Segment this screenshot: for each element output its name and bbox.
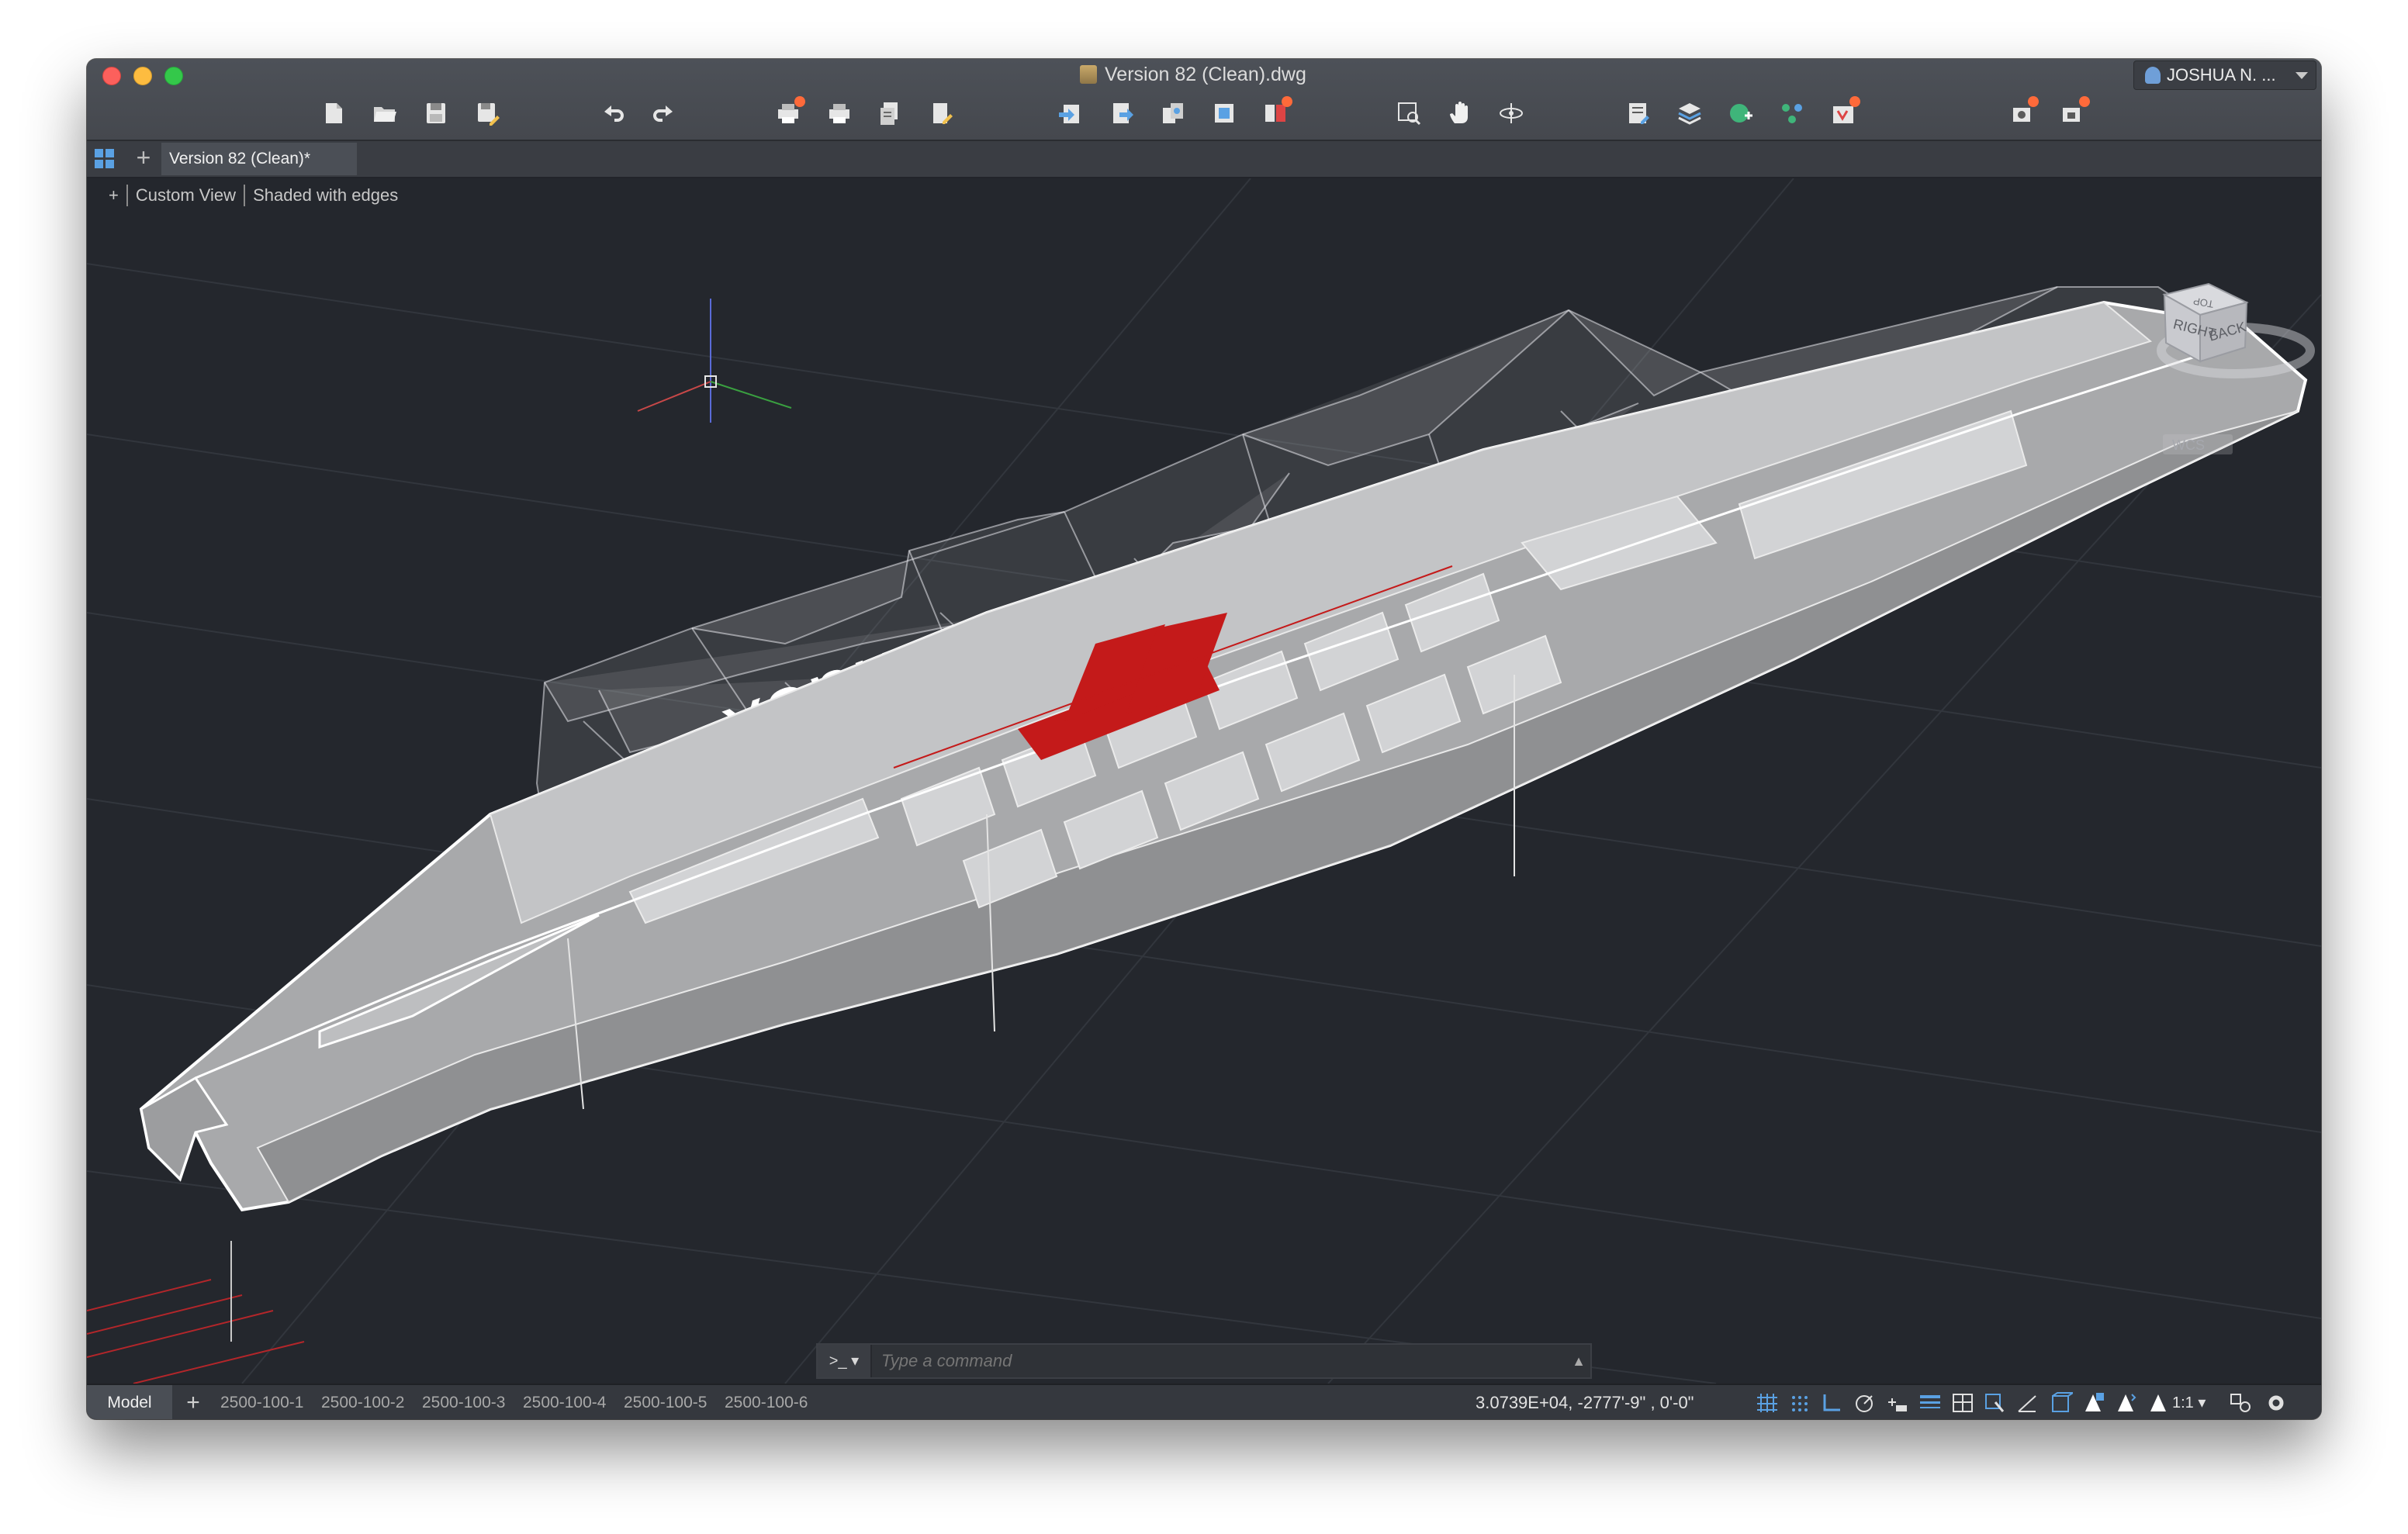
tab-layout[interactable]: 2500-100-3 [422, 1385, 505, 1419]
user-account-menu[interactable]: JOSHUA N. ... [2133, 60, 2316, 90]
annotation-visibility-icon[interactable] [2081, 1391, 2105, 1415]
layers-icon[interactable] [1676, 99, 1704, 127]
view-name-control[interactable]: Custom View [136, 185, 236, 206]
tab-model[interactable]: Model [87, 1385, 172, 1419]
attach-icon[interactable] [1261, 96, 1292, 127]
new-tab-button[interactable]: + [132, 144, 155, 171]
notification-badge [1849, 96, 1860, 107]
hull-model[interactable] [139, 300, 2308, 1212]
minimize-window-button[interactable] [133, 67, 152, 85]
publish-icon[interactable] [928, 99, 956, 127]
workspace-switch-icon[interactable] [2228, 1391, 2253, 1415]
grid-display-icon[interactable] [1755, 1391, 1780, 1415]
new-icon[interactable] [320, 99, 348, 127]
selection-cycling-icon[interactable] [1983, 1391, 2008, 1415]
tile-view-icon[interactable] [93, 147, 116, 171]
divider [244, 185, 246, 206]
redo-icon[interactable] [650, 99, 678, 127]
status-bar: Model + 2500-100-1 2500-100-2 2500-100-3… [87, 1384, 2321, 1419]
layout-border-lines [87, 1279, 305, 1384]
ortho-mode-icon[interactable] [1820, 1391, 1845, 1415]
model-canvas[interactable]: Zindex [87, 178, 2321, 1384]
notification-badge [1282, 96, 1292, 107]
tab-layout[interactable]: 2500-100-2 [321, 1385, 404, 1419]
command-input[interactable] [872, 1344, 1567, 1378]
open-icon[interactable] [371, 99, 399, 127]
close-window-button[interactable] [102, 67, 121, 85]
document-tab-bar: + Version 82 (Clean)* [87, 141, 2321, 178]
camera-icon[interactable] [2059, 96, 2090, 127]
polar-tracking-icon[interactable] [1853, 1391, 1877, 1415]
annotation-scale-value[interactable]: 1:1 ▾ [2172, 1385, 2206, 1419]
lineweight-icon[interactable] [1918, 1391, 1943, 1415]
save-as-icon[interactable] [473, 99, 501, 127]
gear-icon[interactable] [2264, 1391, 2289, 1415]
constraints-icon[interactable] [1778, 99, 1806, 127]
coordinate-readout: 3.0739E+04, -2777'-9" , 0'-0" [1476, 1393, 1694, 1412]
zoom-window-icon[interactable] [1395, 99, 1423, 127]
tab-layout[interactable]: 2500-100-1 [220, 1385, 303, 1419]
window-title-text: Version 82 (Clean).dwg [1105, 64, 1306, 85]
viewport-menu-button[interactable]: + [109, 185, 119, 206]
command-prompt-button[interactable]: >_ ▾ [818, 1345, 872, 1377]
render-icon[interactable] [1727, 99, 1755, 127]
tab-layout[interactable]: 2500-100-4 [523, 1385, 606, 1419]
batch-plot-icon[interactable] [877, 99, 905, 127]
maximize-window-button[interactable] [164, 67, 183, 85]
orbit-icon[interactable] [1497, 99, 1525, 127]
transparency-icon[interactable] [1950, 1391, 1975, 1415]
ucs-label: WCS [2172, 437, 2205, 453]
plot-icon[interactable] [774, 96, 805, 127]
window-title: Version 82 (Clean).dwg [1080, 63, 1306, 86]
dynamic-ucs-icon[interactable] [2015, 1391, 2040, 1415]
pan-icon[interactable] [1446, 99, 1474, 127]
viewport-controls: + Custom View Shaded with edges [109, 185, 398, 206]
annotation-scale-icon[interactable] [2146, 1391, 2171, 1415]
undo-icon[interactable] [599, 99, 627, 127]
insert-icon[interactable] [1210, 99, 1238, 127]
autocad-window: Version 82 (Clean).dwg JOSHUA N. ... + V… [87, 59, 2321, 1419]
chevron-down-icon [2296, 71, 2308, 79]
notification-badge [794, 96, 805, 107]
notification-badge [2028, 96, 2039, 107]
command-line: >_ ▾ ▲ [816, 1343, 1592, 1379]
export-icon[interactable] [1108, 99, 1136, 127]
title-bar: Version 82 (Clean).dwg JOSHUA N. ... [87, 59, 2321, 141]
add-layout-button[interactable]: + [182, 1385, 205, 1419]
import-icon[interactable] [1057, 99, 1085, 127]
print-icon[interactable] [825, 99, 853, 127]
divider [126, 185, 128, 206]
xref-icon[interactable] [1159, 99, 1187, 127]
sheet-icon[interactable] [2008, 96, 2039, 127]
drawing-file-icon [1080, 65, 1097, 84]
tab-layout[interactable]: 2500-100-6 [725, 1385, 808, 1419]
model-viewport[interactable]: Zindex [87, 178, 2321, 1384]
visual-style-control[interactable]: Shaded with edges [253, 185, 398, 206]
viewport-scale-icon[interactable] [2048, 1391, 2073, 1415]
ucs-axis-icon [637, 299, 792, 423]
user-name: JOSHUA N. ... [2167, 65, 2276, 85]
snap-mode-icon[interactable] [1787, 1391, 1812, 1415]
user-icon [2145, 67, 2161, 84]
autoscale-icon[interactable] [2113, 1391, 2138, 1415]
object-snap-icon[interactable] [1885, 1391, 1910, 1415]
save-icon[interactable] [422, 99, 450, 127]
tab-layout[interactable]: 2500-100-5 [624, 1385, 707, 1419]
measure-icon[interactable] [1829, 96, 1860, 127]
command-history-icon[interactable]: ▲ [1567, 1353, 1590, 1370]
notification-badge [2079, 96, 2090, 107]
properties-icon[interactable] [1624, 99, 1652, 127]
tab-document[interactable]: Version 82 (Clean)* [161, 143, 357, 175]
